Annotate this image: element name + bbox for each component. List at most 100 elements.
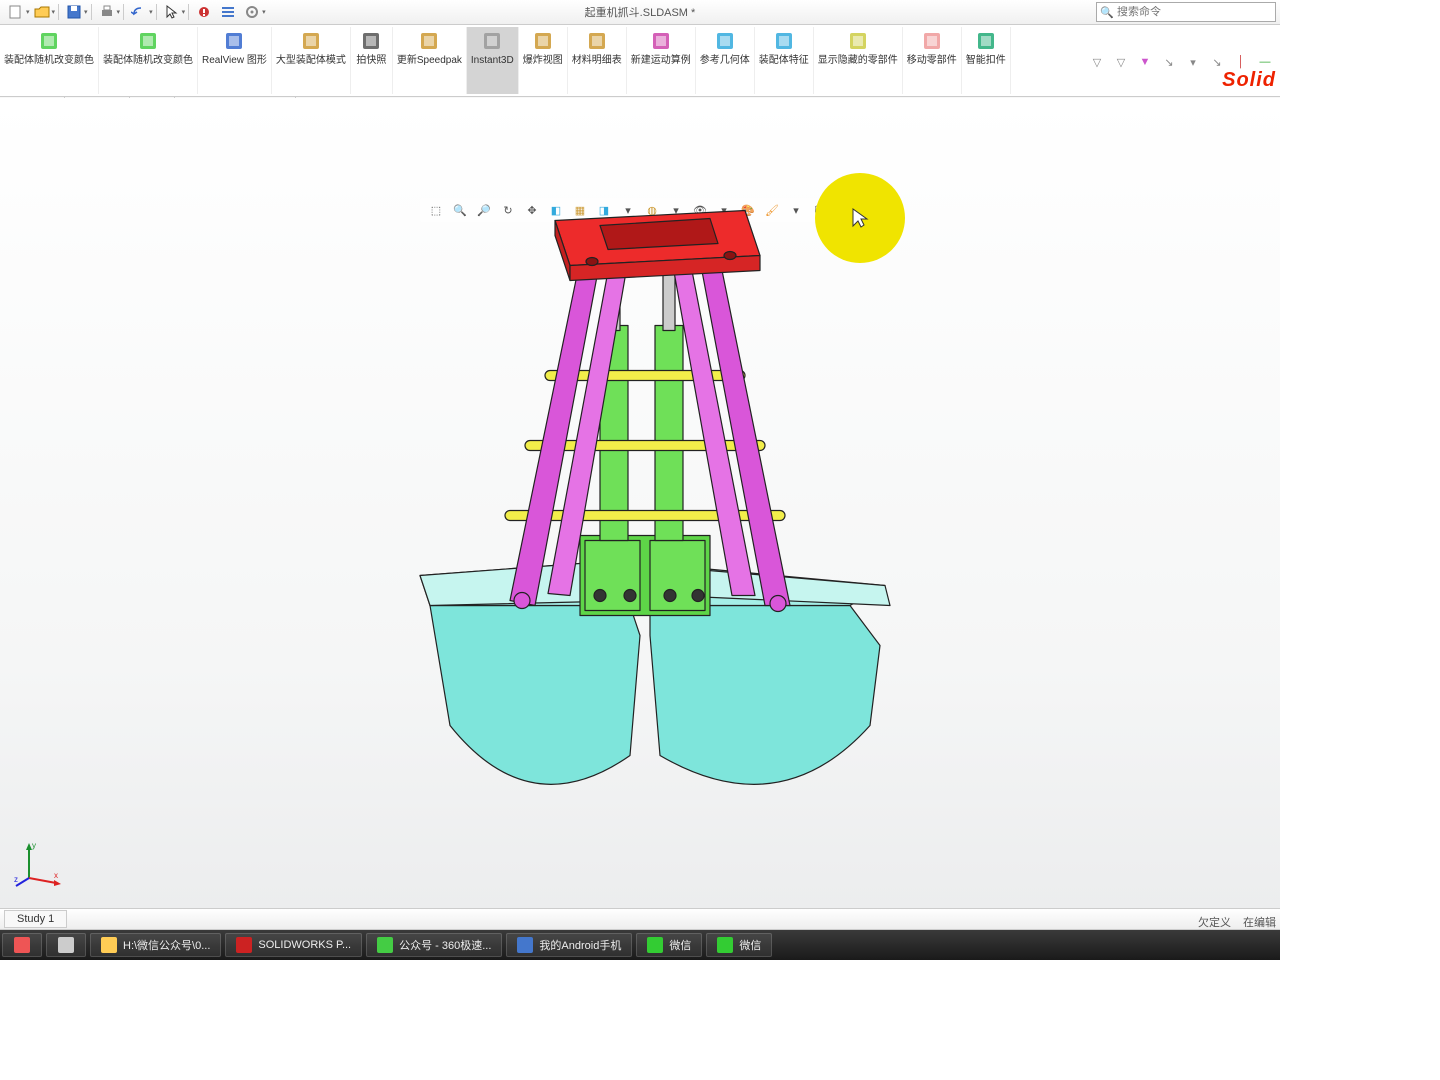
ref-geom-icon [713,29,737,53]
ribbon-label: RealView 图形 [202,55,267,67]
taskbar-browser[interactable]: 公众号 - 360极速... [366,933,502,957]
taskbar-sw[interactable]: SOLIDWORKS P... [225,933,362,957]
search-icon: 🔍 [1097,6,1117,19]
taskbar-icon [717,937,733,953]
ribbon-random-color1[interactable]: 装配体随机改变颜色 [99,27,198,94]
ribbon-label: 大型装配体模式 [276,55,346,67]
document-title: 起重机抓斗.SLDASM * [585,4,696,20]
cursor-highlight [815,173,905,263]
update-speedpak-icon [417,29,441,53]
svg-text:z: z [14,875,18,884]
filter-icon[interactable]: ▽ [1112,53,1130,71]
filter-icon[interactable]: ▼ [1136,53,1154,71]
ribbon-exploded-view[interactable]: 爆炸视图 [519,27,568,94]
settings-icon[interactable] [241,2,263,22]
arrow-icon[interactable]: ↘ [1160,53,1178,71]
assembly-feature-icon [772,29,796,53]
ribbon-label: 爆炸视图 [523,55,563,67]
ribbon-large-asm[interactable]: 大型装配体模式 [272,27,351,94]
save-icon[interactable] [63,2,85,22]
ribbon-bom[interactable]: 材料明细表 [568,27,627,94]
filter-icon[interactable]: ▽ [1088,53,1106,71]
taskbar-icon [377,937,393,953]
svg-text:y: y [32,841,36,850]
ribbon-update-speedpak[interactable]: 更新Speedpak [393,27,467,94]
dropdown-icon[interactable]: ▾ [26,8,30,16]
taskbar-label: SOLIDWORKS P... [258,939,351,951]
ribbon-label: 显示隐藏的零部件 [818,55,898,67]
new-icon[interactable] [5,2,27,22]
search-command-box[interactable]: 🔍 [1096,2,1276,22]
taskbar-label: 我的Android手机 [539,937,621,953]
study-tab[interactable]: Study 1 [4,910,67,928]
separator [188,4,189,20]
ribbon-random-color2[interactable]: 装配体随机改变颜色 [0,27,99,94]
ribbon-move-component[interactable]: 移动零部件 [903,27,962,94]
ribbon: 装配体随机改变颜色装配体随机改变颜色 RealView 图形大型装配体模式拍快照更… [0,25,1280,97]
ribbon-show-hidden[interactable]: 显示隐藏的零部件 [814,27,903,94]
taskbar-wechat1[interactable]: 微信 [636,933,702,957]
new-motion-icon [649,29,673,53]
taskbar-scissors[interactable] [46,933,86,957]
ribbon-label: 智能扣件 [966,55,1006,67]
orientation-triad[interactable]: y x z [14,838,64,888]
svg-text:x: x [54,871,58,880]
ribbon-label: Instant3D [471,55,514,67]
ribbon-realview[interactable]: RealView 图形 [198,27,272,94]
taskbar-icon [647,937,663,953]
ribbon-label: 移动零部件 [907,55,957,67]
dropdown-icon[interactable]: ▾ [1184,53,1202,71]
separator [123,4,124,20]
dropdown-icon[interactable]: ▾ [262,8,266,16]
smart-fastener-icon [974,29,998,53]
move-component-icon [920,29,944,53]
dropdown-icon[interactable]: ▾ [117,8,121,16]
rebuild-icon[interactable] [193,2,215,22]
taskbar-icon [236,937,252,953]
exploded-view-icon [531,29,555,53]
large-asm-icon [299,29,323,53]
ribbon-assembly-feature[interactable]: 装配体特征 [755,27,814,94]
ribbon-smart-fastener[interactable]: 智能扣件 [962,27,1011,94]
ribbon-label: 更新Speedpak [397,55,462,67]
quick-access-toolbar: ▾ ▾ ▾ ▾ ▾ ▾ ▾ 起重机抓斗.SLDASM * 🔍 [0,0,1280,25]
options-icon[interactable] [217,2,239,22]
snapshot-icon [359,29,383,53]
ribbon-label: 材料明细表 [572,55,622,67]
dropdown-icon[interactable]: ▾ [52,8,56,16]
show-hidden-icon [846,29,870,53]
ribbon-snapshot[interactable]: 拍快照 [351,27,393,94]
ribbon-new-motion[interactable]: 新建运动算例 [627,27,696,94]
taskbar-label: H:\微信公众号\0... [123,937,210,953]
instant3d-icon [480,29,504,53]
random-color2-icon [37,29,61,53]
taskbar-icon [517,937,533,953]
bom-icon [585,29,609,53]
dropdown-icon[interactable]: ▾ [149,8,153,16]
separator [91,4,92,20]
dropdown-icon[interactable]: ▾ [182,8,186,16]
dropdown-icon[interactable]: ▾ [84,8,88,16]
graphics-viewport[interactable]: ⬚ 🔍 🔎 ↻ ✥ ◧ ▦ ◨ ▾ ◍ ▾ 👁 ▾ 🎨 🖌 ▾ 🖵 ▾ [0,98,1280,908]
open-icon[interactable] [31,2,53,22]
search-input[interactable] [1117,6,1275,18]
taskbar-phone[interactable]: 我的Android手机 [506,933,632,957]
taskbar-explorer[interactable]: H:\微信公众号\0... [90,933,221,957]
taskbar-icon [101,937,117,953]
realview-icon [222,29,246,53]
ribbon-instant3d[interactable]: Instant3D [467,27,519,94]
taskbar-label: 微信 [669,937,691,953]
ribbon-ref-geom[interactable]: 参考几何体 [696,27,755,94]
taskbar-start[interactable] [2,933,42,957]
undo-icon[interactable] [128,2,150,22]
separator [58,4,59,20]
print-icon[interactable] [96,2,118,22]
ribbon-label: 拍快照 [356,55,386,67]
status-underdefined: 欠定义 [1198,914,1231,930]
taskbar-wechat2[interactable]: 微信 [706,933,772,957]
select-icon[interactable] [161,2,183,22]
separator [156,4,157,20]
ribbon-label: 装配体特征 [759,55,809,67]
ribbon-label: 参考几何体 [700,55,750,67]
taskbar-label: 公众号 - 360极速... [399,937,491,953]
